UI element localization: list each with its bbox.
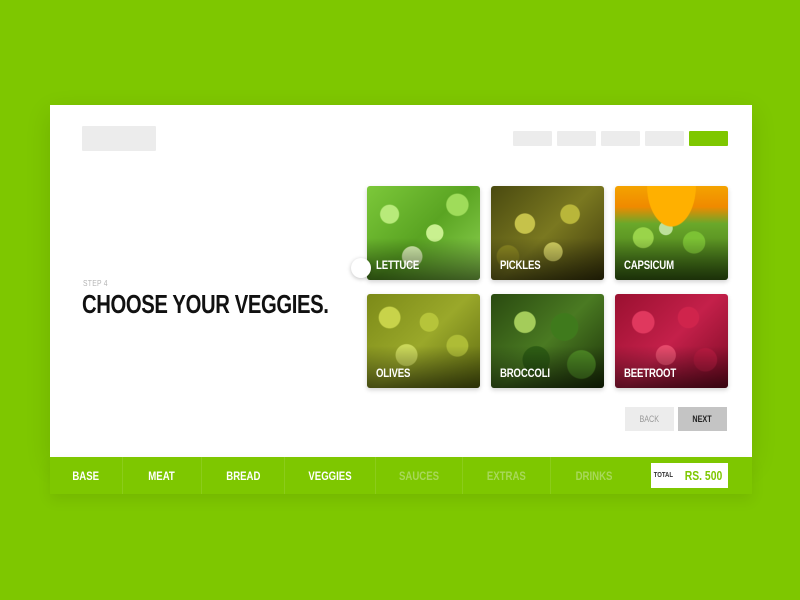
progress-segment [557,131,596,146]
page-title: CHOOSE YOUR VEGGIES. [82,289,329,319]
total-label: TOTAL [653,472,673,479]
nav-item-meat[interactable]: MEAT [123,457,202,494]
total-badge: TOTAL RS. 500 [651,463,728,488]
progress-segment-active [689,131,728,146]
veggie-tile-olives[interactable]: OLIVES [367,294,480,388]
nav-item-veggies[interactable]: VEGGIES [285,457,376,494]
progress-segment [601,131,640,146]
veggie-label: CAPSICUM [624,258,674,272]
veggie-tile-broccoli[interactable]: BROCCOLI [491,294,604,388]
builder-card: STEP 4 CHOOSE YOUR VEGGIES. LETTUCE PICK… [50,105,752,457]
veggie-label: LETTUCE [376,258,420,272]
nav-item-drinks[interactable]: DRINKS [551,457,637,494]
progress-segment [513,131,552,146]
nav-item-bread[interactable]: BREAD [202,457,285,494]
veggie-label: OLIVES [376,366,411,380]
veggie-grid: LETTUCE PICKLES CAPSICUM OLIVES BROCCOLI… [367,186,728,388]
selection-toggle[interactable] [351,258,371,278]
step-label: STEP 4 [83,279,108,288]
total-value: RS. 500 [685,468,723,483]
veggie-label: BEETROOT [624,366,677,380]
veggie-label: PICKLES [500,258,541,272]
veggie-tile-capsicum[interactable]: CAPSICUM [615,186,728,280]
nav-item-sauces[interactable]: SAUCES [376,457,463,494]
step-nav: BASE MEAT BREAD VEGGIES SAUCES EXTRAS DR… [50,457,752,494]
progress-segment [645,131,684,146]
nav-item-base[interactable]: BASE [50,457,123,494]
back-button[interactable]: BACK [625,407,674,431]
step-progress [513,131,728,146]
nav-item-extras[interactable]: EXTRAS [463,457,551,494]
veggie-tile-beetroot[interactable]: BEETROOT [615,294,728,388]
veggie-label: BROCCOLI [500,366,550,380]
veggie-tile-lettuce[interactable]: LETTUCE [367,186,480,280]
veggie-tile-pickles[interactable]: PICKLES [491,186,604,280]
next-button[interactable]: NEXT [678,407,727,431]
logo-placeholder [82,126,156,151]
